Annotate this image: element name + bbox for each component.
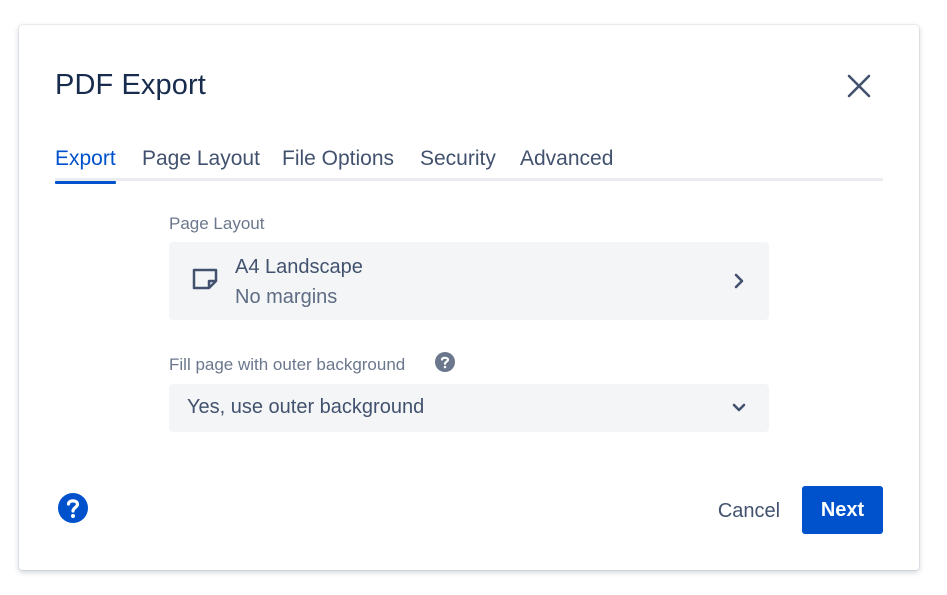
page-icon	[192, 268, 218, 290]
tab-export[interactable]: Export	[55, 145, 116, 184]
layout-name: A4 Landscape	[235, 256, 363, 278]
page-layout-label: Page Layout	[169, 214, 265, 233]
background-select-value: Yes, use outer background	[187, 396, 425, 418]
tab-file-options[interactable]: File Options	[282, 145, 394, 181]
background-label: Fill page with outer background	[169, 355, 406, 374]
help-icon[interactable]	[435, 352, 455, 372]
tab-advanced[interactable]: Advanced	[520, 145, 613, 181]
chevron-right-icon	[734, 273, 744, 289]
close-icon	[847, 74, 871, 98]
next-button[interactable]: Next	[802, 486, 883, 534]
layout-subtitle: No margins	[235, 286, 338, 308]
chevron-down-icon	[732, 403, 746, 412]
close-button[interactable]	[843, 70, 875, 102]
page-layout-selector[interactable]: A4 Landscape No margins	[169, 242, 769, 320]
tab-security[interactable]: Security	[420, 145, 496, 181]
pdf-export-dialog: PDF Export Export Page Layout File Optio…	[19, 25, 919, 570]
cancel-button[interactable]: Cancel	[699, 487, 799, 535]
help-icon[interactable]	[57, 492, 89, 524]
dialog-title: PDF Export	[55, 69, 206, 101]
background-select[interactable]: Yes, use outer background	[169, 384, 769, 432]
tab-bar: Export Page Layout File Options Security…	[55, 145, 883, 184]
tab-page-layout[interactable]: Page Layout	[142, 145, 260, 181]
